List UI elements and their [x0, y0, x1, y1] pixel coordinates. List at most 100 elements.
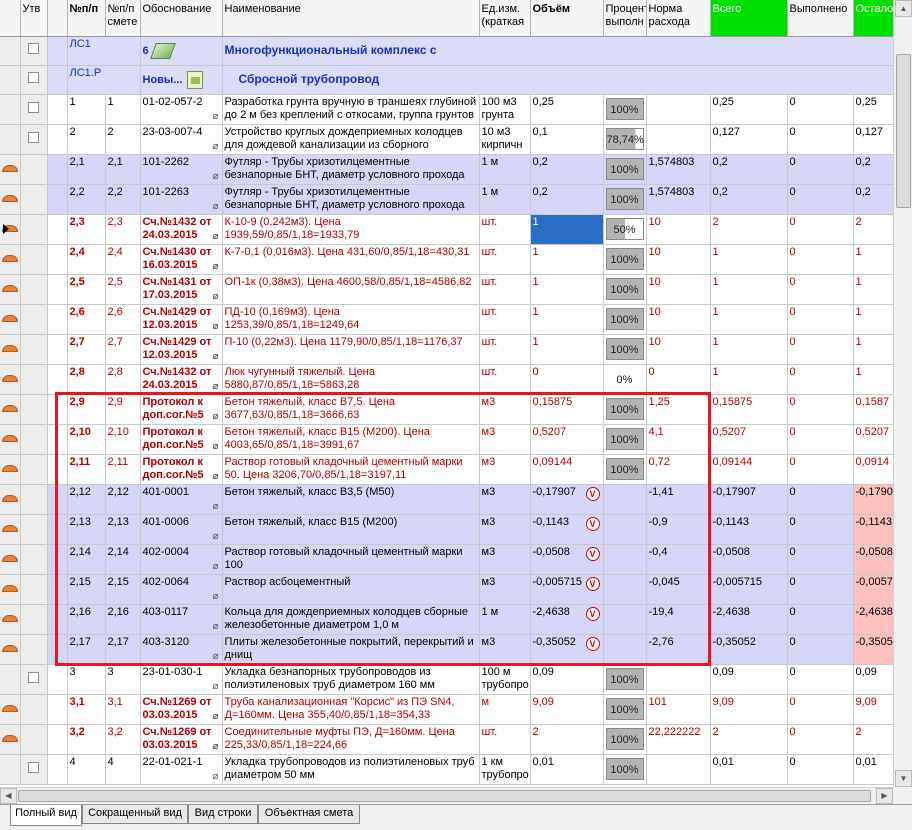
row-indicator[interactable] — [0, 634, 21, 665]
paperclip-icon[interactable]: ⌀ — [212, 260, 218, 273]
cell-remain[interactable]: 9,09 — [853, 694, 893, 725]
cell-remain[interactable]: 0,25 — [853, 94, 893, 125]
row-indicator[interactable] — [0, 364, 21, 395]
row-indicator[interactable] — [0, 184, 21, 215]
cell-percent[interactable]: 78,74% — [603, 124, 647, 155]
tab-full-view[interactable]: Полный вид — [10, 805, 82, 826]
cell-norm[interactable]: 22,222222 — [646, 724, 711, 755]
paperclip-icon[interactable]: ⌀ — [212, 530, 218, 543]
paperclip-icon[interactable]: ⌀ — [212, 560, 218, 573]
row-checkbox-cell[interactable] — [20, 244, 48, 275]
cell-npp[interactable]: 1 — [67, 94, 106, 125]
cell-unit[interactable]: 100 м3 грунта — [479, 94, 531, 125]
header-name[interactable]: Наименование — [222, 0, 480, 37]
cell-remain[interactable]: 0,5207 — [853, 424, 893, 455]
row-indicator[interactable] — [0, 754, 21, 785]
paperclip-icon[interactable]: ⌀ — [212, 230, 218, 243]
table-row[interactable]: 2,11 2,11 Протокол к доп.сог.№5 ⌀ Раствор го… — [0, 454, 893, 485]
row-indicator[interactable] — [0, 154, 21, 185]
header-unit[interactable]: Ед.изм. (краткая — [479, 0, 531, 37]
row-checkbox-cell[interactable] — [20, 94, 48, 125]
cell-remain[interactable]: 1 — [853, 244, 893, 275]
cell-remain[interactable]: 0,1587 — [853, 394, 893, 425]
cell-done[interactable]: 0 — [787, 484, 854, 515]
cell-basis[interactable]: 402-0004 ⌀ — [140, 544, 223, 575]
cell-percent[interactable]: 100% — [603, 154, 647, 185]
row-checkbox-cell[interactable] — [20, 724, 48, 755]
cell-npp-smeta[interactable]: 3,1 — [105, 694, 141, 725]
cell-npp[interactable]: 2,3 — [67, 214, 106, 245]
cell-name[interactable]: Труба канализационная "Корсис" из ПЭ SN4… — [222, 694, 480, 725]
row-checkbox[interactable] — [28, 72, 39, 83]
cell-done[interactable]: 0 — [787, 664, 854, 695]
cell-percent[interactable]: 100% — [603, 184, 647, 215]
cell-done[interactable]: 0 — [787, 304, 854, 335]
cell-npp-smeta[interactable]: 4 — [105, 754, 141, 785]
cell-basis[interactable]: 403-0117 ⌀ — [140, 604, 223, 635]
table-row[interactable]: 2,1 2,1 101-2262 ⌀ Футляр - Трубы хризотилце… — [0, 154, 893, 185]
percent-box[interactable]: 100% — [605, 758, 644, 780]
cell-npp[interactable]: 2 — [67, 124, 106, 155]
paperclip-icon[interactable]: ⌀ — [212, 590, 218, 603]
table-row[interactable]: 2,7 2,7 Сч.№1429 от 12.03.2015 ⌀ П-10 (0,22м… — [0, 334, 893, 365]
table-row[interactable]: 2,5 2,5 Сч.№1431 от 17.03.2015 ⌀ ОП-1к (0,38… — [0, 274, 893, 305]
cell-name[interactable]: Бетон тяжелый, класс В15 (М200). Цена 40… — [222, 424, 480, 455]
cell-volume[interactable]: -0,17907 V — [530, 484, 604, 515]
cell-total[interactable]: -0,005715 — [710, 574, 788, 605]
paperclip-icon[interactable]: ⌀ — [212, 110, 218, 123]
row-indicator[interactable] — [0, 574, 21, 605]
cell-total[interactable]: -0,35052 — [710, 634, 788, 665]
percent-box[interactable]: 100% — [605, 188, 644, 210]
row-checkbox-cell[interactable] — [20, 754, 48, 785]
cell-norm[interactable]: 1,25 — [646, 394, 711, 425]
percent-box[interactable]: 100% — [605, 458, 644, 480]
paperclip-icon[interactable]: ⌀ — [212, 170, 218, 183]
table-row[interactable]: 3,2 3,2 Сч.№1269 от 03.03.2015 ⌀ Соединитель… — [0, 724, 893, 755]
pencil-icon[interactable] — [149, 42, 176, 59]
cell-done[interactable]: 0 — [787, 154, 854, 185]
cell-volume[interactable]: 1 — [530, 334, 604, 365]
row-checkbox-cell[interactable] — [20, 65, 48, 95]
row-checkbox-cell[interactable] — [20, 514, 48, 545]
row-indicator[interactable] — [0, 424, 21, 455]
cell-percent[interactable]: 100% — [603, 454, 647, 485]
cell-remain[interactable]: 0,0914 — [853, 454, 893, 485]
cell-npp-smeta[interactable]: 2,12 — [105, 484, 141, 515]
cell-percent[interactable]: 100% — [603, 694, 647, 725]
row-checkbox[interactable] — [28, 131, 39, 143]
cell-unit[interactable]: м3 — [479, 544, 531, 575]
row-checkbox-cell[interactable] — [20, 124, 48, 155]
cell-percent[interactable] — [603, 514, 647, 545]
cell-name[interactable]: К-10-9 (0,242м3). Цена 1939,59/0,85/1,18… — [222, 214, 480, 245]
cell-npp-smeta[interactable]: 2,1 — [105, 154, 141, 185]
cell-norm[interactable]: -1,41 — [646, 484, 711, 515]
cell-volume[interactable]: 0,09144 — [530, 454, 604, 485]
cell-percent[interactable]: 100% — [603, 334, 647, 365]
row-indicator[interactable] — [0, 694, 21, 725]
cell-percent[interactable]: 100% — [603, 274, 647, 305]
table-row[interactable]: 4 4 22-01-021-1 ⌀ Укладка трубопроводов из п… — [0, 754, 893, 785]
cell-npp[interactable]: 2,11 — [67, 454, 106, 485]
cell-basis[interactable]: 01-02-057-2 ⌀ — [140, 94, 223, 125]
cell-npp[interactable]: 2,2 — [67, 184, 106, 215]
row-indicator[interactable] — [0, 664, 21, 695]
percent-box[interactable]: 100% — [605, 98, 644, 120]
cell-percent[interactable] — [603, 604, 647, 635]
cell-npp-smeta[interactable]: 2,8 — [105, 364, 141, 395]
row-checkbox-cell[interactable] — [20, 214, 48, 245]
row-indicator[interactable] — [0, 724, 21, 755]
cell-volume[interactable]: 1 — [530, 304, 604, 335]
cell-name[interactable]: Раствор асбоцементный — [222, 574, 480, 605]
row-indicator[interactable] — [0, 94, 21, 125]
table-row[interactable]: 1 1 01-02-057-2 ⌀ Разработка грунта вручную … — [0, 94, 893, 125]
cell-npp[interactable]: 2,7 — [67, 334, 106, 365]
header-total[interactable]: Всего — [710, 0, 788, 37]
cell-npp-smeta[interactable]: 2,6 — [105, 304, 141, 335]
cell-name[interactable]: Футляр - Трубы хризотилцементные безнапо… — [222, 154, 480, 185]
cell-unit[interactable]: м3 — [479, 454, 531, 485]
paperclip-icon[interactable]: ⌀ — [212, 500, 218, 513]
cell-name[interactable]: Кольца для дождеприемных колодцев сборны… — [222, 604, 480, 635]
horizontal-scrollbar[interactable]: ◀ ▶ — [0, 787, 893, 804]
cell-norm[interactable]: 10 — [646, 214, 711, 245]
cell-percent[interactable]: 0% — [603, 364, 647, 395]
